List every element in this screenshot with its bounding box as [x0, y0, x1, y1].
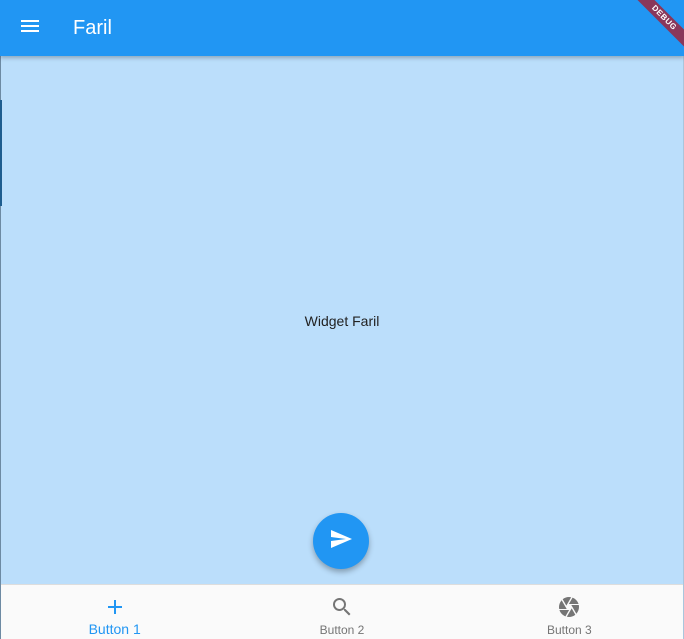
send-fab-button[interactable] [313, 513, 369, 569]
menu-icon [18, 14, 42, 43]
body-text: Widget Faril [304, 313, 380, 329]
nav-item-label: Button 1 [88, 621, 141, 637]
nav-item-button-2[interactable]: Button 2 [228, 585, 455, 639]
nav-item-button-1[interactable]: Button 1 [1, 585, 228, 639]
nav-item-label: Button 3 [546, 623, 592, 637]
nav-item-button-3[interactable]: Button 3 [456, 585, 683, 639]
bottom-navigation: Button 1 Button 2 Button 3 [1, 584, 683, 639]
app-title: Faril [73, 17, 112, 39]
search-icon [330, 595, 354, 619]
menu-button[interactable] [12, 10, 48, 46]
send-icon [329, 527, 353, 556]
camera-shutter-icon [557, 595, 581, 619]
app-bar: Faril [0, 0, 684, 56]
add-icon [103, 595, 127, 619]
left-edge-accent [0, 100, 2, 206]
app-window: Faril DEBUG Widget Faril Button 1 Button… [0, 0, 684, 639]
nav-item-label: Button 2 [319, 623, 365, 637]
